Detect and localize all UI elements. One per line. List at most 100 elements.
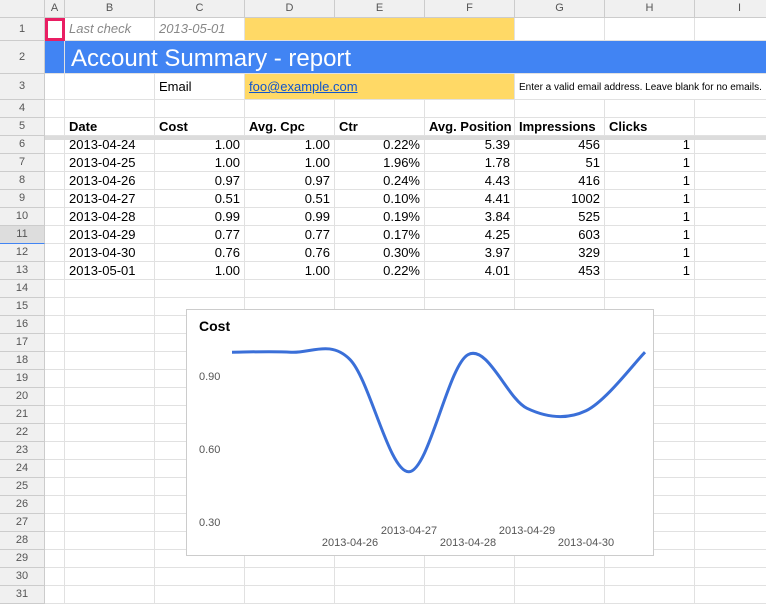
cell-C9[interactable]: 0.51	[155, 190, 245, 208]
cell-C7[interactable]: 1.00	[155, 154, 245, 172]
col-header-D[interactable]: D	[245, 0, 335, 18]
cell-B29[interactable]	[65, 550, 155, 568]
cell-C10[interactable]: 0.99	[155, 208, 245, 226]
cell-E9[interactable]: 0.10%	[335, 190, 425, 208]
cell-G30[interactable]	[515, 568, 605, 586]
cell-H14[interactable]	[605, 280, 695, 298]
row-header-11[interactable]: 11	[0, 226, 45, 244]
row-header-13[interactable]: 13	[0, 262, 45, 280]
cell-H12[interactable]: 1	[605, 244, 695, 262]
col-header-G[interactable]: G	[515, 0, 605, 18]
cell-H5[interactable]: Clicks	[605, 118, 695, 136]
cell-A4[interactable]	[45, 100, 65, 118]
row-header-30[interactable]: 30	[0, 568, 45, 586]
cell-E5[interactable]: Ctr	[335, 118, 425, 136]
cell-I18[interactable]	[695, 352, 766, 370]
cell-A18[interactable]	[45, 352, 65, 370]
cell-G10[interactable]: 525	[515, 208, 605, 226]
cell-I29[interactable]	[695, 550, 766, 568]
cell-A17[interactable]	[45, 334, 65, 352]
row-header-24[interactable]: 24	[0, 460, 45, 478]
cell-B26[interactable]	[65, 496, 155, 514]
cell-I25[interactable]	[695, 478, 766, 496]
cell-I11[interactable]	[695, 226, 766, 244]
cell-G12[interactable]: 329	[515, 244, 605, 262]
cell-F8[interactable]: 4.43	[425, 172, 515, 190]
cell-C11[interactable]: 0.77	[155, 226, 245, 244]
row-header-9[interactable]: 9	[0, 190, 45, 208]
cell-F30[interactable]	[425, 568, 515, 586]
cell-B30[interactable]	[65, 568, 155, 586]
cell-I16[interactable]	[695, 316, 766, 334]
col-header-F[interactable]: F	[425, 0, 515, 18]
cell-A31[interactable]	[45, 586, 65, 604]
row-header-6[interactable]: 6	[0, 136, 45, 154]
cell-I27[interactable]	[695, 514, 766, 532]
cell-H10[interactable]: 1	[605, 208, 695, 226]
cell-H11[interactable]: 1	[605, 226, 695, 244]
cell-B17[interactable]	[65, 334, 155, 352]
row-header-22[interactable]: 22	[0, 424, 45, 442]
cell-A1[interactable]	[45, 18, 65, 41]
select-all-corner[interactable]	[0, 0, 45, 18]
cell-A11[interactable]	[45, 226, 65, 244]
cell-C8[interactable]: 0.97	[155, 172, 245, 190]
cell-A21[interactable]	[45, 406, 65, 424]
cell-D3[interactable]: foo@example.com	[245, 74, 515, 100]
col-header-E[interactable]: E	[335, 0, 425, 18]
cell-B25[interactable]	[65, 478, 155, 496]
cell-H13[interactable]: 1	[605, 262, 695, 280]
row-header-31[interactable]: 31	[0, 586, 45, 604]
cell-I22[interactable]	[695, 424, 766, 442]
cell-A23[interactable]	[45, 442, 65, 460]
cell-A29[interactable]	[45, 550, 65, 568]
cell-D31[interactable]	[245, 586, 335, 604]
row-header-27[interactable]: 27	[0, 514, 45, 532]
cell-A9[interactable]	[45, 190, 65, 208]
cell-D7[interactable]: 1.00	[245, 154, 335, 172]
cell-G9[interactable]: 1002	[515, 190, 605, 208]
cell-G13[interactable]: 453	[515, 262, 605, 280]
cell-C30[interactable]	[155, 568, 245, 586]
cell-G4[interactable]	[515, 100, 605, 118]
cell-F13[interactable]: 4.01	[425, 262, 515, 280]
cell-I20[interactable]	[695, 388, 766, 406]
cell-E30[interactable]	[335, 568, 425, 586]
row-header-15[interactable]: 15	[0, 298, 45, 316]
cell-H31[interactable]	[605, 586, 695, 604]
cell-F5[interactable]: Avg. Position	[425, 118, 515, 136]
cell-I31[interactable]	[695, 586, 766, 604]
cell-B9[interactable]: 2013-04-27	[65, 190, 155, 208]
row-header-10[interactable]: 10	[0, 208, 45, 226]
cell-B23[interactable]	[65, 442, 155, 460]
cell-G14[interactable]	[515, 280, 605, 298]
cell-B19[interactable]	[65, 370, 155, 388]
cell-E8[interactable]: 0.24%	[335, 172, 425, 190]
row-header-25[interactable]: 25	[0, 478, 45, 496]
cell-C31[interactable]	[155, 586, 245, 604]
cell-A3[interactable]	[45, 74, 65, 100]
cell-I1[interactable]	[695, 18, 766, 41]
cell-G11[interactable]: 603	[515, 226, 605, 244]
cell-G31[interactable]	[515, 586, 605, 604]
cell-E12[interactable]: 0.30%	[335, 244, 425, 262]
cell-A24[interactable]	[45, 460, 65, 478]
cell-C4[interactable]	[155, 100, 245, 118]
row-header-29[interactable]: 29	[0, 550, 45, 568]
cell-I9[interactable]	[695, 190, 766, 208]
cell-B7[interactable]: 2013-04-25	[65, 154, 155, 172]
row-header-8[interactable]: 8	[0, 172, 45, 190]
cell-D14[interactable]	[245, 280, 335, 298]
cell-A25[interactable]	[45, 478, 65, 496]
row-header-26[interactable]: 26	[0, 496, 45, 514]
cell-I10[interactable]	[695, 208, 766, 226]
cell-A19[interactable]	[45, 370, 65, 388]
cell-H9[interactable]: 1	[605, 190, 695, 208]
cell-B22[interactable]	[65, 424, 155, 442]
row-header-14[interactable]: 14	[0, 280, 45, 298]
cell-H7[interactable]: 1	[605, 154, 695, 172]
row-header-1[interactable]: 1	[0, 18, 45, 41]
row-header-20[interactable]: 20	[0, 388, 45, 406]
cell-A22[interactable]	[45, 424, 65, 442]
row-header-7[interactable]: 7	[0, 154, 45, 172]
